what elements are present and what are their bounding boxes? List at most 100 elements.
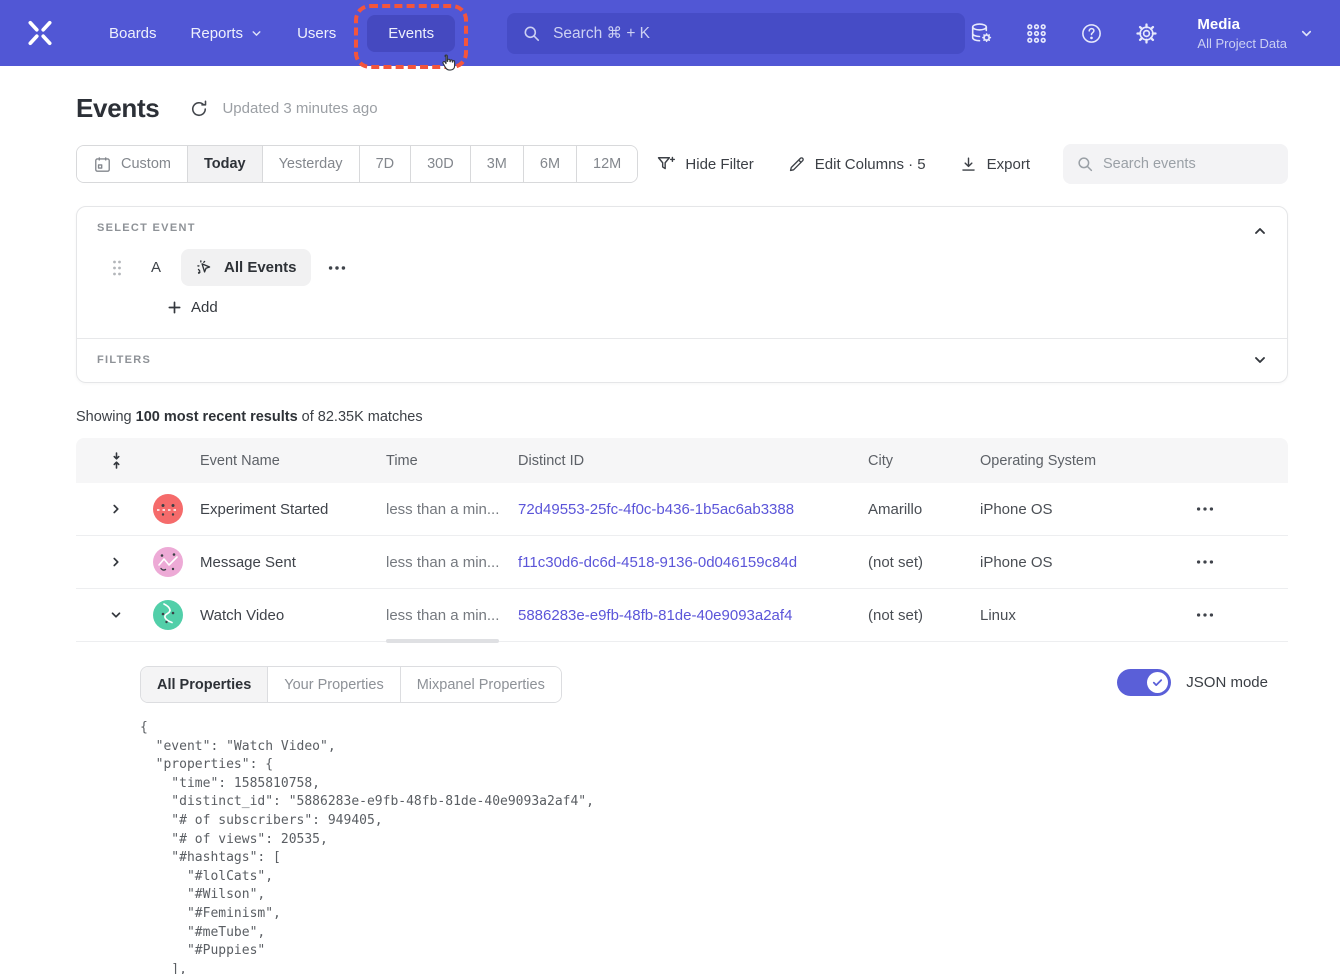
cell-event-name: Watch Video bbox=[200, 607, 386, 624]
project-name: Media bbox=[1197, 15, 1287, 35]
cell-city: Amarillo bbox=[868, 501, 980, 518]
json-line: "time": 1585810758, bbox=[140, 775, 1268, 794]
json-mode-toggle[interactable] bbox=[1117, 669, 1171, 696]
json-line: "# of subscribers": 949405, bbox=[140, 812, 1268, 831]
mixpanel-logo-icon[interactable] bbox=[26, 19, 54, 47]
table-row-expanded[interactable]: Watch Video less than a min... 5886283e-… bbox=[76, 589, 1288, 642]
export-button[interactable]: Export bbox=[959, 155, 1030, 174]
column-header-time[interactable]: Time bbox=[386, 453, 518, 469]
json-line: "distinct_id": "5886283e-e9fb-48fb-81de-… bbox=[140, 793, 1268, 812]
date-12m-button[interactable]: 12M bbox=[576, 146, 637, 182]
nav-item-reports[interactable]: Reports bbox=[174, 15, 281, 52]
event-avatar bbox=[153, 547, 183, 577]
column-header-os[interactable]: Operating System bbox=[980, 453, 1194, 469]
event-detail-panel: All Properties Your Properties Mixpanel … bbox=[76, 642, 1288, 974]
apps-grid-icon[interactable] bbox=[1024, 21, 1048, 45]
nav-item-users[interactable]: Users bbox=[280, 15, 353, 52]
tab-your-properties[interactable]: Your Properties bbox=[268, 667, 400, 702]
nav-item-events[interactable]: Events bbox=[367, 15, 455, 52]
json-line: ], bbox=[140, 961, 1268, 974]
event-avatar bbox=[153, 494, 183, 524]
page-title: Events bbox=[76, 93, 159, 124]
row-more-options-button[interactable] bbox=[1194, 610, 1288, 620]
cell-distinct-id-link[interactable]: 72d49553-25fc-4f0c-b436-1b5ac6ab3388 bbox=[518, 501, 868, 518]
add-event-button[interactable]: Add bbox=[167, 299, 218, 316]
json-line: "#Wilson", bbox=[140, 886, 1268, 905]
cell-time: less than a min... bbox=[386, 501, 518, 518]
events-table: Event Name Time Distinct ID City Operati… bbox=[76, 438, 1288, 974]
filters-label: FILTERS bbox=[97, 354, 1267, 366]
column-header-event-name[interactable]: Event Name bbox=[200, 453, 386, 469]
json-properties-view: { "event": "Watch Video", "properties": … bbox=[140, 719, 1268, 974]
expand-filters-chevron[interactable] bbox=[1249, 349, 1271, 371]
search-events-input[interactable] bbox=[1103, 156, 1275, 172]
main-content: Events Updated 3 minutes ago Custom Toda… bbox=[76, 93, 1288, 974]
filter-funnel-icon bbox=[656, 154, 676, 174]
project-switcher[interactable]: Media All Project Data bbox=[1197, 15, 1314, 52]
date-today-button[interactable]: Today bbox=[187, 146, 262, 182]
expand-row-chevron-right-icon[interactable] bbox=[105, 551, 127, 573]
json-line: "event": "Watch Video", bbox=[140, 738, 1268, 757]
settings-gear-icon[interactable] bbox=[1134, 21, 1158, 45]
global-search-placeholder: Search ⌘ + K bbox=[553, 24, 650, 43]
event-selector-button[interactable]: All Events bbox=[181, 249, 311, 286]
cell-os: Linux bbox=[980, 607, 1194, 624]
search-icon bbox=[522, 24, 541, 43]
json-line: "properties": { bbox=[140, 756, 1268, 775]
column-header-distinct-id[interactable]: Distinct ID bbox=[518, 453, 868, 469]
column-header-city[interactable]: City bbox=[868, 453, 980, 469]
json-line: "#lolCats", bbox=[140, 868, 1268, 887]
date-7d-button[interactable]: 7D bbox=[359, 146, 411, 182]
toggle-knob-check-icon bbox=[1147, 672, 1168, 693]
collapse-all-rows-icon[interactable] bbox=[109, 452, 124, 469]
cell-city: (not set) bbox=[868, 607, 980, 624]
row-more-options-button[interactable] bbox=[1194, 504, 1288, 514]
help-icon[interactable] bbox=[1079, 21, 1103, 45]
json-line: "#meTube", bbox=[140, 924, 1268, 943]
json-line: { bbox=[140, 719, 1268, 738]
date-30d-button[interactable]: 30D bbox=[410, 146, 470, 182]
date-yesterday-button[interactable]: Yesterday bbox=[262, 146, 359, 182]
edit-columns-button[interactable]: Edit Columns · 5 bbox=[787, 155, 926, 174]
cell-event-name: Experiment Started bbox=[200, 501, 386, 518]
date-6m-button[interactable]: 6M bbox=[523, 146, 576, 182]
tab-all-properties[interactable]: All Properties bbox=[141, 667, 268, 702]
cell-distinct-id-link[interactable]: 5886283e-e9fb-48fb-81de-40e9093a2af4 bbox=[518, 607, 868, 624]
date-custom-button[interactable]: Custom bbox=[77, 146, 187, 182]
cell-time: less than a min... bbox=[386, 607, 518, 624]
nav-item-boards[interactable]: Boards bbox=[92, 15, 174, 52]
project-scope: All Project Data bbox=[1197, 35, 1287, 52]
cell-time: less than a min... bbox=[386, 554, 518, 571]
calendar-icon bbox=[93, 155, 112, 174]
data-management-icon[interactable] bbox=[969, 21, 993, 45]
table-row[interactable]: Experiment Started less than a min... 72… bbox=[76, 483, 1288, 536]
tab-mixpanel-properties[interactable]: Mixpanel Properties bbox=[401, 667, 561, 702]
event-more-options-button[interactable] bbox=[326, 263, 348, 273]
download-icon bbox=[959, 155, 978, 174]
refresh-icon[interactable] bbox=[189, 99, 209, 119]
results-summary: Showing 100 most recent results of 82.35… bbox=[76, 409, 1288, 425]
query-builder-card: SELECT EVENT A bbox=[76, 206, 1288, 383]
global-search-input[interactable]: Search ⌘ + K bbox=[507, 13, 965, 54]
expand-row-chevron-right-icon[interactable] bbox=[105, 498, 127, 520]
collapse-select-event-chevron[interactable] bbox=[1249, 220, 1271, 242]
cell-os: iPhone OS bbox=[980, 501, 1194, 518]
date-range-group: Custom Today Yesterday 7D 30D 3M 6M 12M bbox=[76, 145, 638, 183]
search-events-field bbox=[1063, 144, 1288, 184]
cell-city: (not set) bbox=[868, 554, 980, 571]
json-line: "#hashtags": [ bbox=[140, 849, 1268, 868]
chevron-down-icon bbox=[1299, 26, 1314, 41]
drag-handle[interactable] bbox=[111, 259, 123, 277]
top-navbar: Boards Reports Users Events Search ⌘ + K bbox=[0, 0, 1340, 66]
table-header-row: Event Name Time Distinct ID City Operati… bbox=[76, 438, 1288, 483]
cell-distinct-id-link[interactable]: f11c30d6-dc6d-4518-9136-0d046159c84d bbox=[518, 554, 868, 571]
table-row[interactable]: Message Sent less than a min... f11c30d6… bbox=[76, 536, 1288, 589]
collapse-row-chevron-down-icon[interactable] bbox=[105, 604, 127, 626]
hide-filter-button[interactable]: Hide Filter bbox=[656, 154, 753, 174]
json-line: "#Feminism", bbox=[140, 905, 1268, 924]
event-query-row: A All Events bbox=[97, 249, 1267, 286]
select-event-label: SELECT EVENT bbox=[97, 222, 1267, 234]
row-more-options-button[interactable] bbox=[1194, 557, 1288, 567]
date-3m-button[interactable]: 3M bbox=[470, 146, 523, 182]
chevron-down-icon bbox=[250, 27, 263, 40]
